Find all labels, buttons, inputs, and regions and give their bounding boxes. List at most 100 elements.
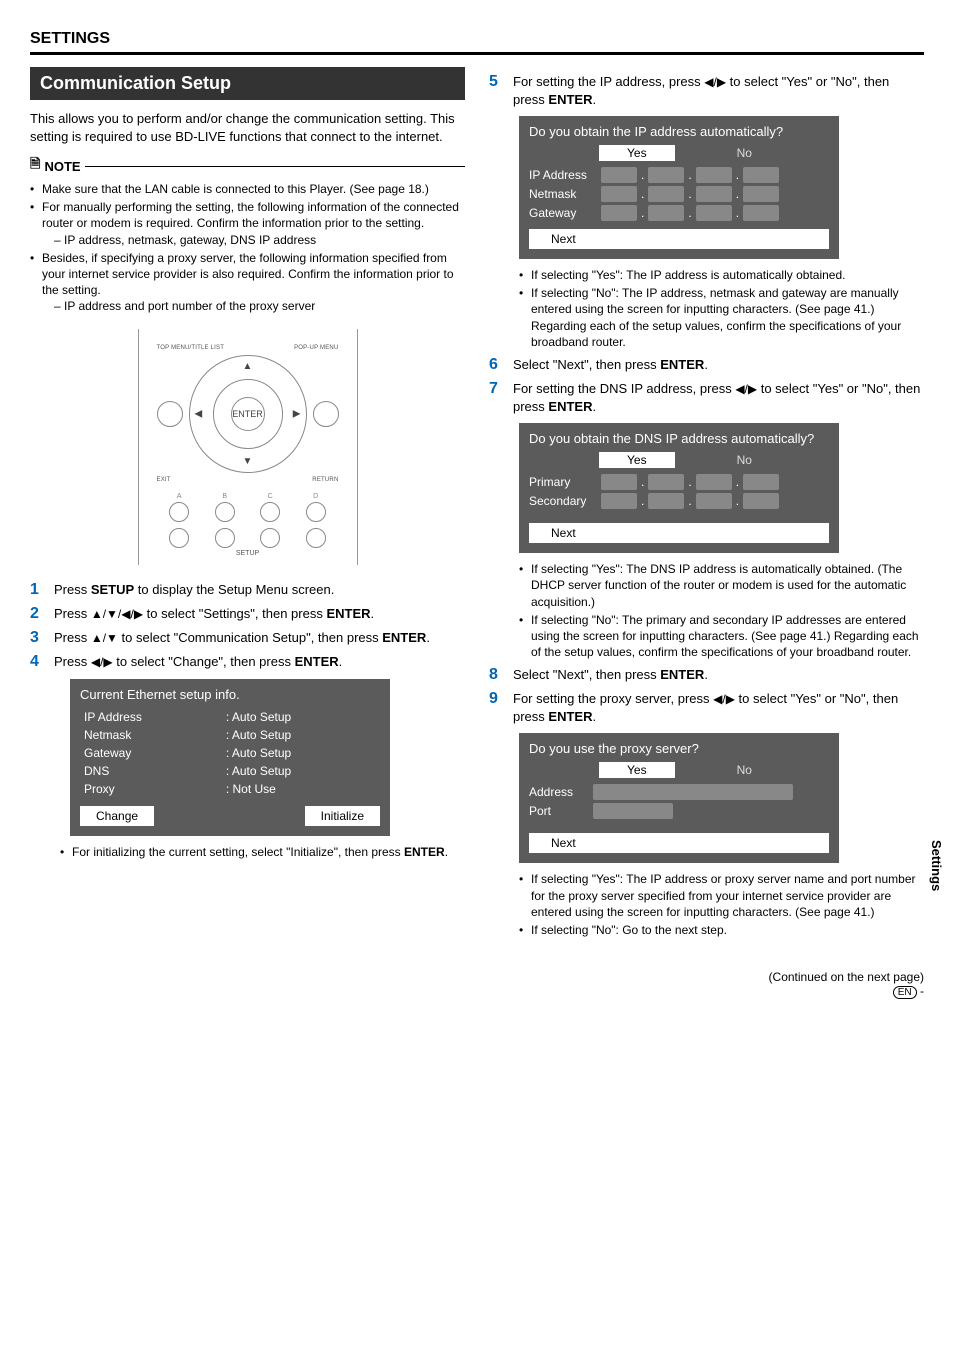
next-button: Next bbox=[529, 523, 829, 543]
section-header: SETTINGS bbox=[30, 30, 924, 55]
step-number: 2 bbox=[30, 605, 44, 623]
dns-panel: Do you obtain the DNS IP address automat… bbox=[519, 423, 839, 553]
note-text: For manually performing the setting, the… bbox=[42, 200, 459, 230]
step-8: 8 Select "Next", then press ENTER. bbox=[489, 666, 924, 684]
table-cell: : Not Use bbox=[222, 780, 380, 798]
table-cell: IP Address bbox=[80, 708, 222, 726]
two-column-layout: Communication Setup This allows you to p… bbox=[30, 67, 924, 940]
proxy-note-no: If selecting "No": Go to the next step. bbox=[519, 922, 924, 938]
note-header: 🗎 NOTE bbox=[30, 155, 465, 177]
step-number: 6 bbox=[489, 356, 503, 374]
step-number: 3 bbox=[30, 629, 44, 647]
up-arrow-icon: ▲ bbox=[243, 361, 253, 372]
footer: (Continued on the next page) EN - bbox=[30, 970, 924, 999]
intro-text: This allows you to perform and/or change… bbox=[30, 110, 465, 145]
step-number: 9 bbox=[489, 690, 503, 725]
remote-button bbox=[260, 502, 280, 522]
note-item: Make sure that the LAN cable is connecte… bbox=[30, 181, 465, 197]
step-text: Press SETUP to display the Setup Menu sc… bbox=[54, 581, 334, 599]
remote-label-d: D bbox=[313, 493, 318, 500]
remote-button bbox=[157, 401, 183, 427]
remote-button bbox=[169, 528, 189, 548]
left-column: Communication Setup This allows you to p… bbox=[30, 67, 465, 940]
table-cell: : Auto Setup bbox=[222, 726, 380, 744]
step-number: 8 bbox=[489, 666, 503, 684]
note-rule bbox=[85, 166, 465, 167]
step-text: For setting the IP address, press ◀/▶ to… bbox=[513, 73, 924, 108]
step-text: For setting the DNS IP address, press ◀/… bbox=[513, 380, 924, 415]
yes-option: Yes bbox=[599, 762, 675, 778]
remote-button bbox=[306, 528, 326, 548]
side-tab: Settings bbox=[929, 840, 944, 891]
remote-label-a: A bbox=[177, 493, 182, 500]
remote-label-topmenu: TOP MENU/TITLE LIST bbox=[157, 345, 225, 351]
secondary-label: Secondary bbox=[529, 494, 597, 508]
remote-label-b: B bbox=[222, 493, 227, 500]
remote-illustration: TOP MENU/TITLE LIST POP-UP MENU ENTER ▲ … bbox=[138, 329, 358, 565]
address-field bbox=[593, 784, 793, 800]
table-cell: Netmask bbox=[80, 726, 222, 744]
no-option: No bbox=[709, 145, 780, 161]
tail-note: For initializing the current setting, se… bbox=[60, 844, 465, 860]
panel-question: Do you obtain the DNS IP address automat… bbox=[529, 431, 829, 446]
remote-label-setup: SETUP bbox=[157, 550, 339, 557]
port-field bbox=[593, 803, 673, 819]
table-cell: Proxy bbox=[80, 780, 222, 798]
table-cell: DNS bbox=[80, 762, 222, 780]
port-label: Port bbox=[529, 804, 585, 818]
proxy-note-yes: If selecting "Yes": The IP address or pr… bbox=[519, 871, 924, 920]
yes-option: Yes bbox=[599, 452, 675, 468]
table-cell: : Auto Setup bbox=[222, 708, 380, 726]
remote-label-return: RETURN bbox=[312, 477, 338, 483]
remote-button bbox=[313, 401, 339, 427]
remote-label-c: C bbox=[268, 493, 273, 500]
gateway-label: Gateway bbox=[529, 206, 597, 220]
right-column: 5 For setting the IP address, press ◀/▶ … bbox=[489, 67, 924, 940]
ethernet-info-panel: Current Ethernet setup info. IP Address:… bbox=[70, 679, 390, 836]
step-6: 6 Select "Next", then press ENTER. bbox=[489, 356, 924, 374]
remote-enter-button: ENTER bbox=[231, 397, 265, 431]
next-button: Next bbox=[529, 229, 829, 249]
dns-note-no: If selecting "No": The primary and secon… bbox=[519, 612, 924, 661]
note-icon: 🗎 bbox=[30, 155, 40, 177]
step-text: Press ◀/▶ to select "Change", then press… bbox=[54, 653, 342, 671]
subsection-title: Communication Setup bbox=[30, 67, 465, 100]
table-cell: : Auto Setup bbox=[222, 762, 380, 780]
note-subitem: IP address, netmask, gateway, DNS IP add… bbox=[54, 232, 465, 248]
ip-panel: Do you obtain the IP address automatical… bbox=[519, 116, 839, 259]
netmask-label: Netmask bbox=[529, 187, 597, 201]
remote-button bbox=[215, 528, 235, 548]
change-button: Change bbox=[80, 806, 154, 826]
left-arrow-icon: ◀ bbox=[195, 408, 203, 419]
remote-button bbox=[306, 502, 326, 522]
step-5: 5 For setting the IP address, press ◀/▶ … bbox=[489, 73, 924, 108]
remote-button bbox=[215, 502, 235, 522]
step-number: 7 bbox=[489, 380, 503, 415]
table-cell: : Auto Setup bbox=[222, 744, 380, 762]
language-badge: EN bbox=[893, 986, 917, 999]
panel-title: Current Ethernet setup info. bbox=[80, 687, 380, 702]
step-text: Select "Next", then press ENTER. bbox=[513, 356, 708, 374]
no-option: No bbox=[709, 452, 780, 468]
remote-button bbox=[169, 502, 189, 522]
ip-label: IP Address bbox=[529, 168, 597, 182]
dns-note-yes: If selecting "Yes": The DNS IP address i… bbox=[519, 561, 924, 610]
step-number: 4 bbox=[30, 653, 44, 671]
step-7: 7 For setting the DNS IP address, press … bbox=[489, 380, 924, 415]
note-list: Make sure that the LAN cable is connecte… bbox=[30, 181, 465, 315]
step-text: Select "Next", then press ENTER. bbox=[513, 666, 708, 684]
right-arrow-icon: ▶ bbox=[293, 408, 301, 419]
address-label: Address bbox=[529, 785, 585, 799]
step-text: For setting the proxy server, press ◀/▶ … bbox=[513, 690, 924, 725]
step-text: Press ▲/▼/◀/▶ to select "Settings", then… bbox=[54, 605, 374, 623]
step-9: 9 For setting the proxy server, press ◀/… bbox=[489, 690, 924, 725]
table-cell: Gateway bbox=[80, 744, 222, 762]
next-button: Next bbox=[529, 833, 829, 853]
yes-option: Yes bbox=[599, 145, 675, 161]
remote-label-popup: POP-UP MENU bbox=[294, 345, 338, 351]
proxy-panel: Do you use the proxy server? Yes No Addr… bbox=[519, 733, 839, 863]
note-item: For manually performing the setting, the… bbox=[30, 199, 465, 248]
step-number: 5 bbox=[489, 73, 503, 108]
page-dash: - bbox=[920, 984, 924, 998]
ip-note-yes: If selecting "Yes": The IP address is au… bbox=[519, 267, 924, 283]
